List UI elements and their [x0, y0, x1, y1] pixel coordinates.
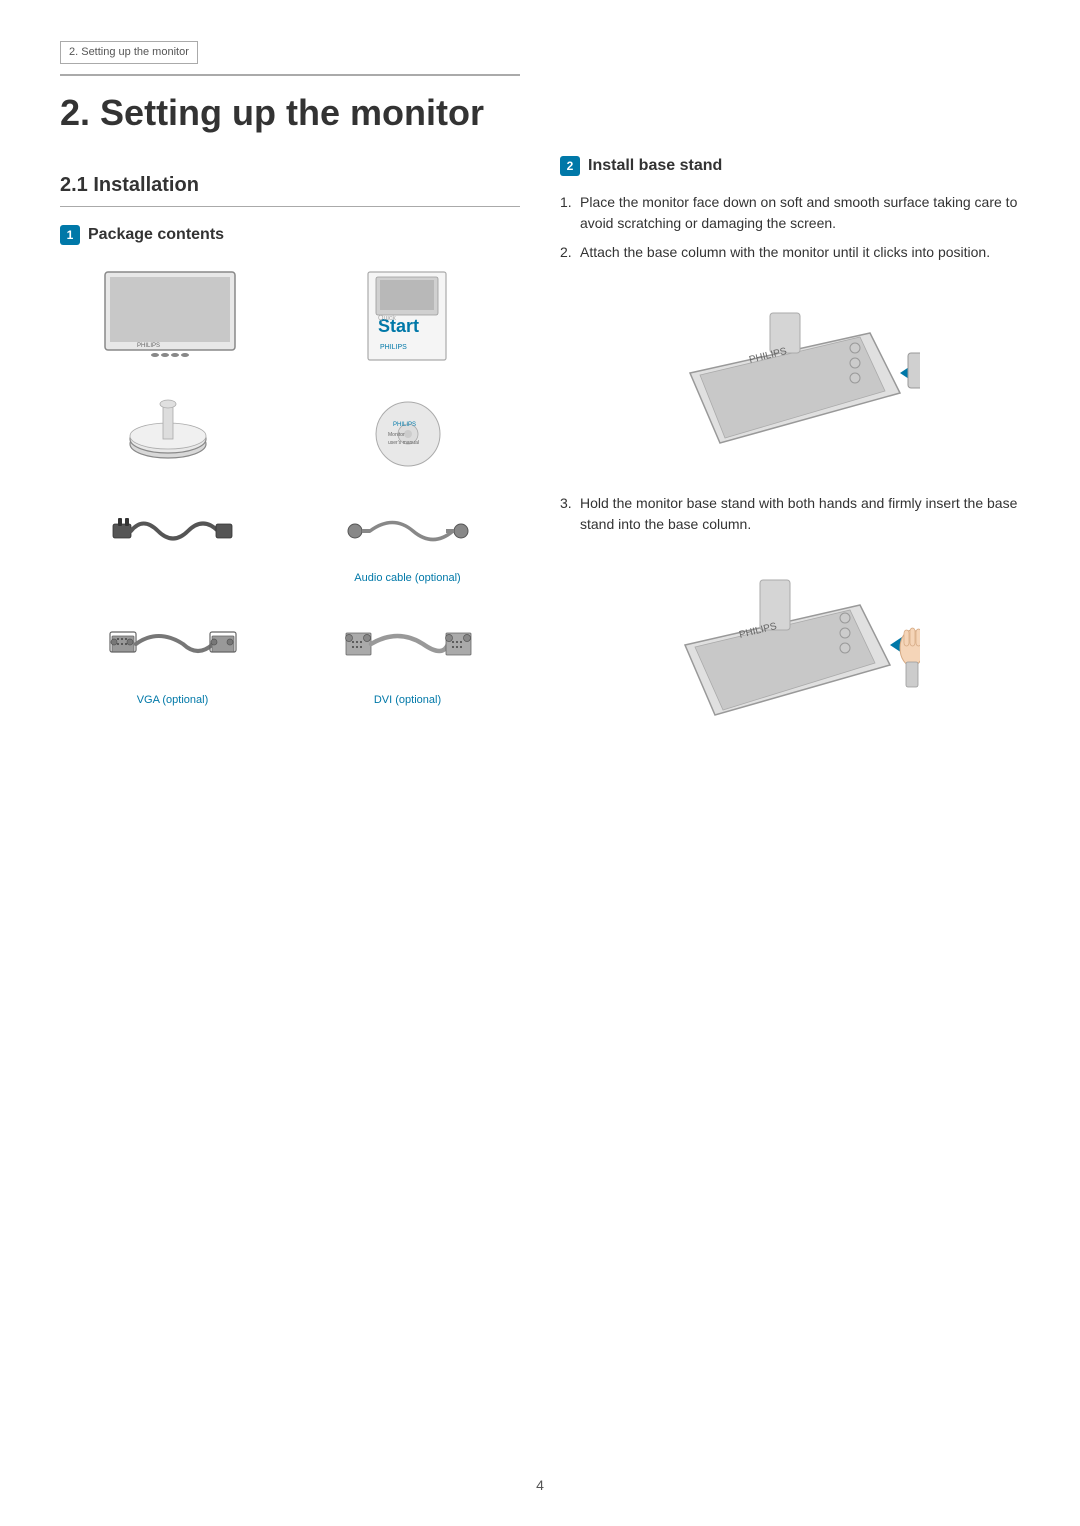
svg-text:PHILIPS: PHILIPS	[380, 344, 407, 351]
svg-text:user's manual: user's manual	[388, 440, 419, 446]
step2-instructions-cont: Hold the monitor base stand with both ha…	[560, 493, 1020, 535]
dvi-cable-illustration	[301, 608, 514, 688]
audio-cable-label: Audio cable (optional)	[354, 570, 460, 587]
svg-text:PHILIPS: PHILIPS	[393, 422, 416, 428]
power-cable-illustration	[66, 496, 279, 566]
svg-text:Monitor: Monitor	[388, 432, 405, 438]
package-item-cd: PHILIPS Monitor user's manual	[295, 378, 520, 480]
step2-instructions: Place the monitor face down on soft and …	[560, 192, 1020, 263]
install-illustration-2: PHILIPS	[560, 555, 1020, 755]
right-column: 2 Install base stand Place the monitor f…	[560, 74, 1020, 775]
svg-text:Quick: Quick	[378, 315, 396, 322]
base-illustration	[66, 384, 279, 464]
page-number: 4	[536, 1475, 544, 1496]
step1-badge: 1	[60, 225, 80, 245]
step2-instruction-1: Place the monitor face down on soft and …	[560, 192, 1020, 234]
chapter-title: 2. Setting up the monitor	[60, 74, 520, 140]
monitor-illustration: PHILIPS	[66, 267, 279, 362]
install-illustration-1: PHILIPS	[560, 283, 1020, 473]
step2-label: 2 Install base stand	[560, 154, 1020, 178]
left-column: 2. Setting up the monitor 2.1 Installati…	[60, 74, 520, 775]
step1-label: 1 Package contents	[60, 223, 520, 247]
audio-cable-illustration	[301, 496, 514, 566]
vga-cable-illustration	[66, 608, 279, 688]
page: 2. Setting up the monitor 2. Setting up …	[0, 0, 1080, 1526]
dvi-label: DVI (optional)	[374, 692, 441, 709]
package-item-vga: VGA (optional)	[60, 602, 285, 715]
cd-illustration: PHILIPS Monitor user's manual	[301, 384, 514, 474]
package-item-quickstart: Start Quick PHILIPS	[295, 261, 520, 368]
main-content: 2. Setting up the monitor 2.1 Installati…	[60, 74, 1020, 775]
section-heading: 2.1 Installation	[60, 170, 520, 207]
svg-text:PHILIPS: PHILIPS	[137, 343, 160, 349]
step2-instruction-2: Attach the base column with the monitor …	[560, 242, 1020, 263]
package-grid: PHILIPS Start	[60, 261, 520, 715]
step2-badge: 2	[560, 156, 580, 176]
step2-instruction-3: Hold the monitor base stand with both ha…	[560, 493, 1020, 535]
quickstart-illustration: Start Quick PHILIPS	[301, 267, 514, 362]
package-item-monitor: PHILIPS	[60, 261, 285, 368]
breadcrumb: 2. Setting up the monitor	[60, 41, 198, 64]
package-item-audio-cable: Audio cable (optional)	[295, 490, 520, 593]
package-item-power-cable	[60, 490, 285, 593]
vga-label: VGA (optional)	[137, 692, 209, 709]
package-item-dvi: DVI (optional)	[295, 602, 520, 715]
package-item-base	[60, 378, 285, 480]
